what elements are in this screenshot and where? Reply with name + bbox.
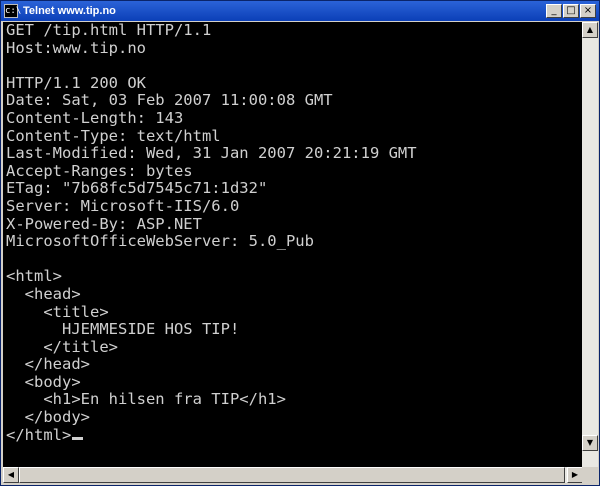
vertical-scrollbar[interactable]: ▲ ▼	[582, 22, 598, 467]
console-line: <body>	[6, 372, 81, 391]
console-line: MicrosoftOfficeWebServer: 5.0_Pub	[6, 232, 314, 251]
scroll-left-button[interactable]: ◀	[3, 467, 19, 483]
console-line: </head>	[6, 355, 90, 374]
scroll-right-button[interactable]: ▶	[567, 467, 583, 483]
console-line: HJEMMESIDE HOS TIP!	[6, 320, 240, 339]
console-line: Last-Modified: Wed, 31 Jan 2007 20:21:19…	[6, 144, 417, 163]
console-line: ETag: "7b68fc5d7545c71:1d32"	[6, 179, 268, 198]
console-area[interactable]: GET /tip.html HTTP/1.1 Host:www.tip.no H…	[3, 22, 583, 467]
console-line: <html>	[6, 267, 62, 286]
console-line: Content-Type: text/html	[6, 126, 221, 145]
scroll-down-button[interactable]: ▼	[582, 435, 598, 451]
console-line: Accept-Ranges: bytes	[6, 161, 193, 180]
scroll-up-button[interactable]: ▲	[582, 22, 598, 38]
title-bar[interactable]: c:\ Telnet www.tip.no _ □ ×	[1, 1, 599, 21]
minimize-button[interactable]: _	[546, 4, 562, 18]
console-line: </body>	[6, 408, 90, 427]
window-controls: _ □ ×	[546, 4, 596, 18]
console-line: Host:www.tip.no	[6, 38, 146, 57]
scrollbar-corner	[582, 467, 598, 483]
console-line: </html>	[6, 425, 72, 444]
console-line: <head>	[6, 284, 81, 303]
console-line: <title>	[6, 302, 109, 321]
console-line: HTTP/1.1 200 OK	[6, 73, 146, 92]
console-line: Content-Length: 143	[6, 108, 184, 127]
window-title: Telnet www.tip.no	[23, 5, 116, 17]
console-icon[interactable]: c:\	[4, 4, 21, 18]
console-line: GET /tip.html HTTP/1.1	[6, 22, 212, 39]
maximize-button[interactable]: □	[563, 4, 579, 18]
console-line: X-Powered-By: ASP.NET	[6, 214, 202, 233]
text-cursor	[72, 436, 84, 440]
console-line: Server: Microsoft-IIS/6.0	[6, 196, 240, 215]
console-line: Date: Sat, 03 Feb 2007 11:00:08 GMT	[6, 91, 333, 110]
console-line: </title>	[6, 337, 118, 356]
console-line: <h1>En hilsen fra TIP</h1>	[6, 390, 286, 409]
horizontal-scrollbar[interactable]: ◀ ▶	[3, 467, 583, 483]
close-button[interactable]: ×	[580, 4, 596, 18]
horizontal-scroll-thumb[interactable]	[19, 467, 565, 483]
telnet-window: c:\ Telnet www.tip.no _ □ × GET /tip.htm…	[0, 0, 600, 486]
console-output: GET /tip.html HTTP/1.1 Host:www.tip.no H…	[3, 22, 583, 444]
